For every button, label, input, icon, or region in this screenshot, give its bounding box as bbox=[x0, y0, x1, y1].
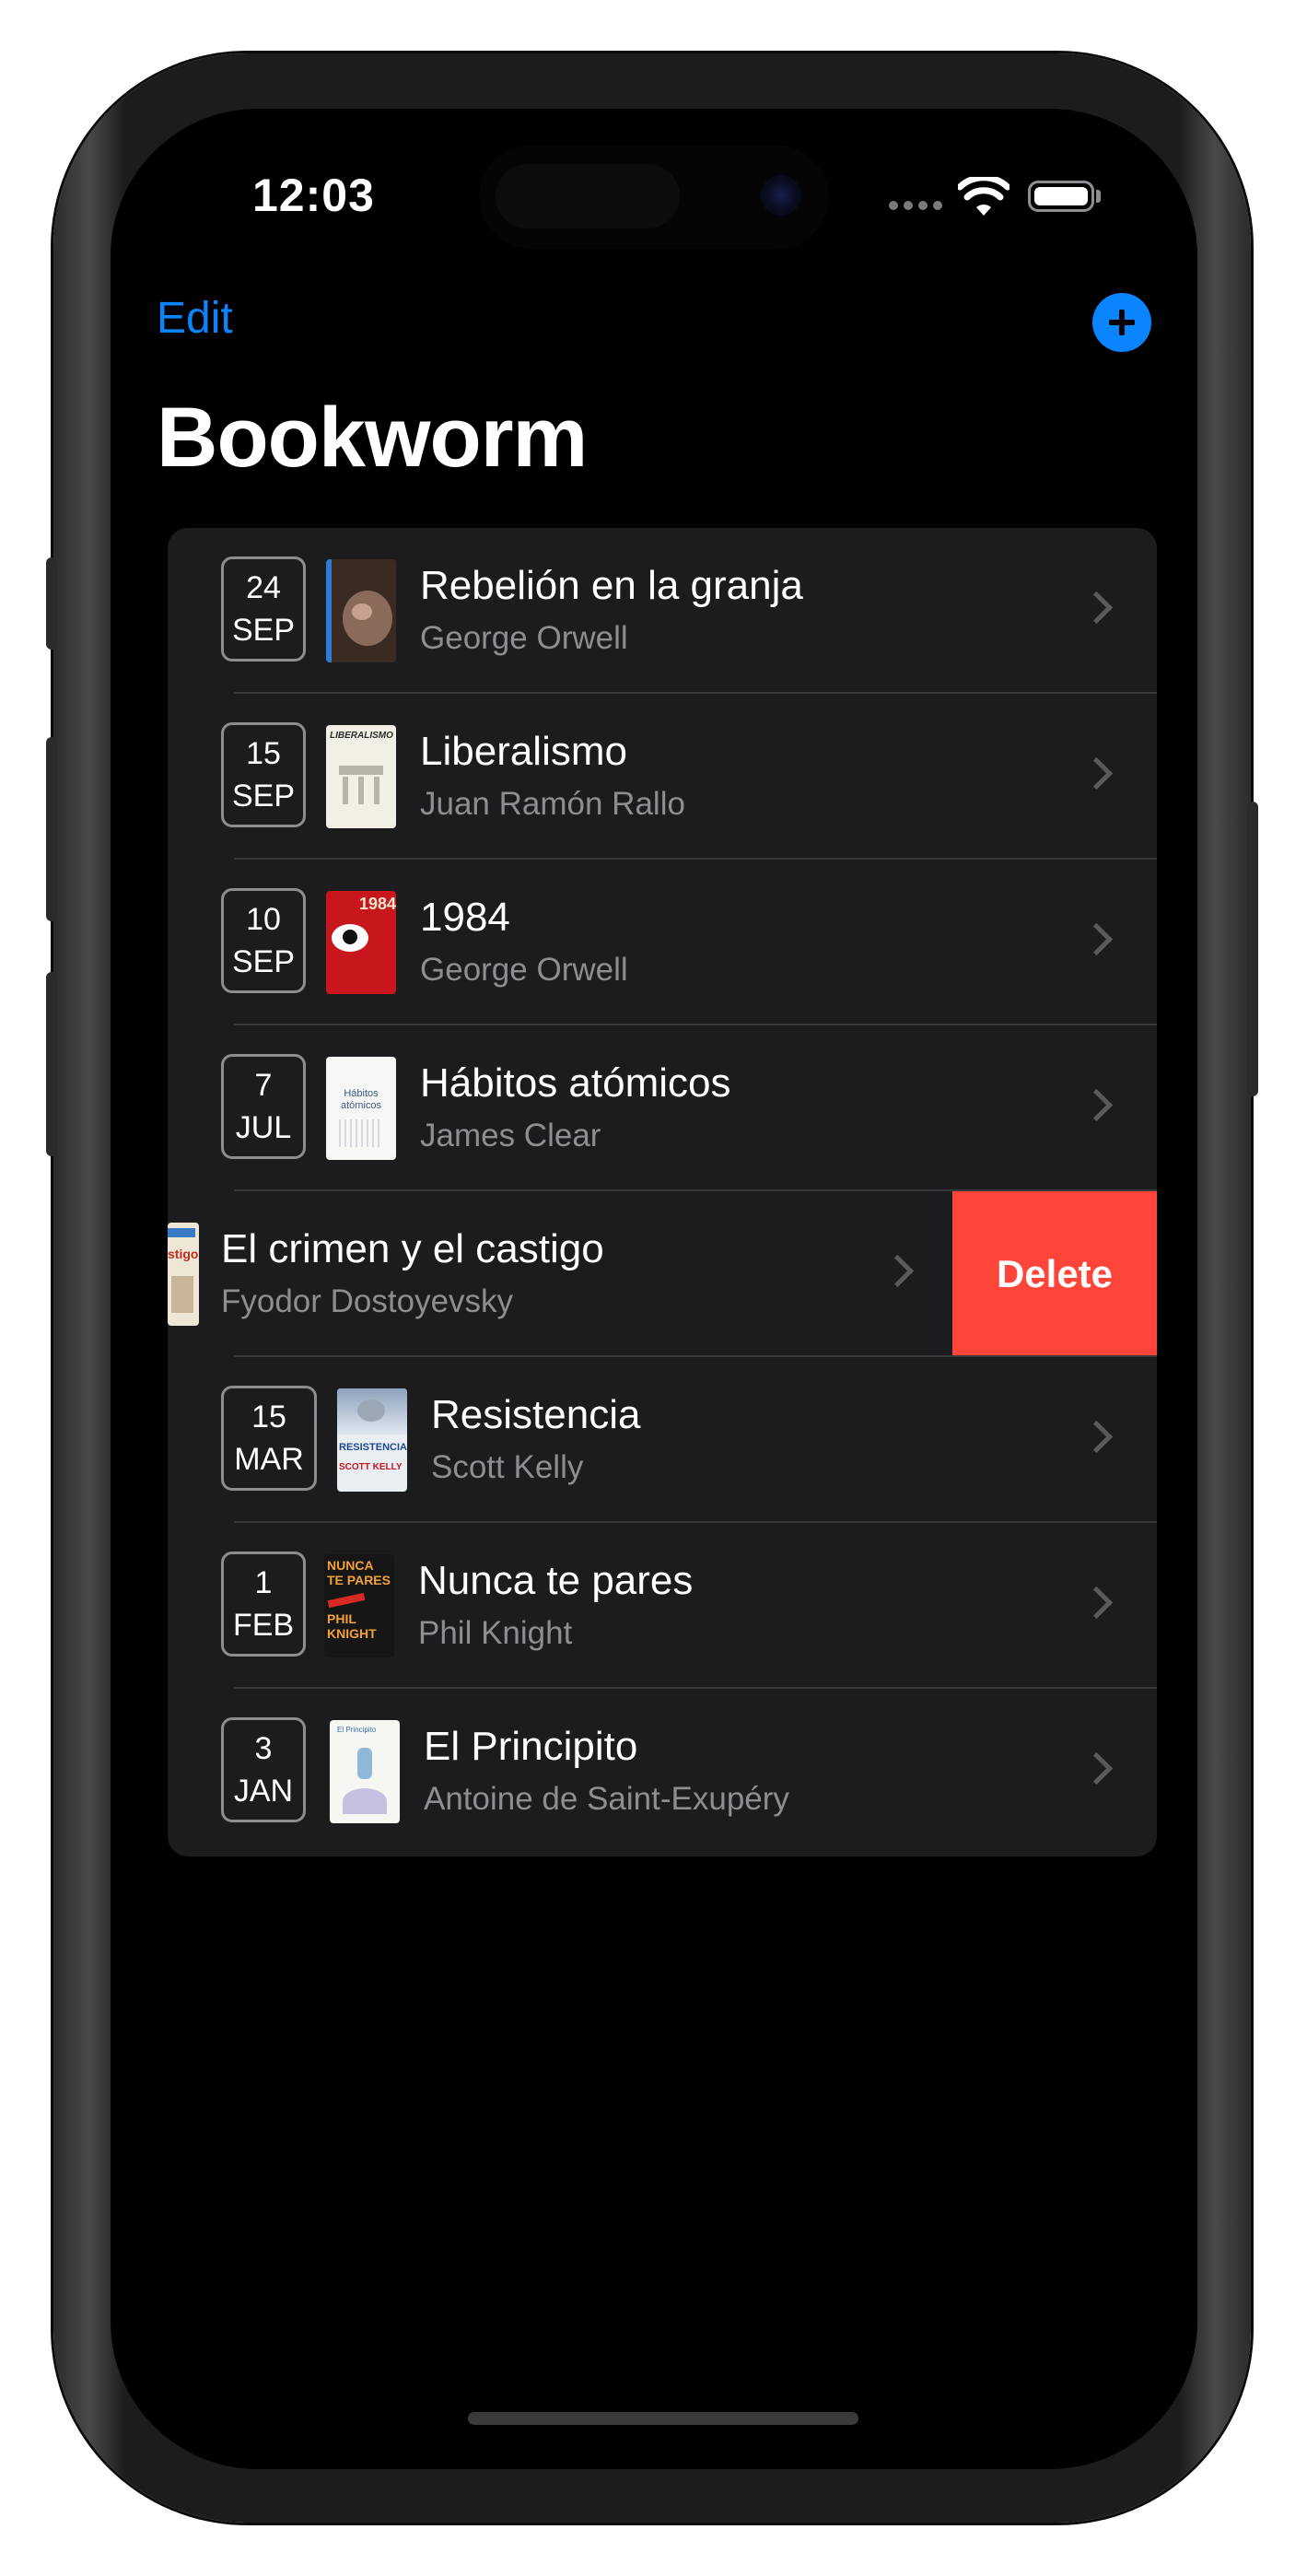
book-author: Juan Ramón Rallo bbox=[420, 786, 685, 822]
screen: 12:03 Edit Bookworm 24 SEP Rebelión en l… bbox=[111, 109, 1197, 2469]
cover-title: RESISTENCIA bbox=[339, 1442, 407, 1453]
chevron-right-icon bbox=[1079, 1088, 1114, 1122]
date-badge: 24 SEP bbox=[221, 556, 306, 662]
book-author: Scott Kelly bbox=[431, 1449, 584, 1485]
cover-title: stigo bbox=[168, 1247, 199, 1261]
chevron-right-icon bbox=[881, 1254, 915, 1288]
book-title: El crimen y el castigo bbox=[221, 1226, 604, 1271]
date-badge: 3 JAN bbox=[221, 1717, 306, 1822]
action-button bbox=[46, 557, 57, 650]
book-title: Rebelión en la granja bbox=[420, 563, 803, 608]
cover-author: PHIL KNIGHT bbox=[327, 1611, 377, 1641]
edit-button[interactable]: Edit bbox=[157, 293, 233, 344]
cover-title: 1984 bbox=[359, 895, 396, 913]
wifi-icon bbox=[958, 177, 1009, 216]
chevron-right-icon bbox=[1079, 591, 1114, 625]
date-badge: 15 MAR bbox=[221, 1386, 317, 1491]
chevron-right-icon bbox=[1079, 922, 1114, 956]
book-title: Hábitos atómicos bbox=[420, 1060, 731, 1106]
date-month: SEP bbox=[231, 944, 296, 979]
chevron-right-icon bbox=[1079, 1751, 1114, 1786]
list-item[interactable]: 15 MAR RESISTENCIA SCOTT KELLY Resistenc… bbox=[168, 1357, 1157, 1523]
book-title: Nunca te pares bbox=[418, 1558, 694, 1603]
book-cover: El Principito bbox=[330, 1720, 400, 1823]
power-button bbox=[1247, 802, 1258, 1096]
cover-title: El Principito bbox=[337, 1726, 377, 1734]
home-indicator bbox=[468, 2412, 858, 2425]
book-author: Phil Knight bbox=[418, 1615, 573, 1651]
front-camera-icon bbox=[761, 175, 801, 216]
date-day: 24 bbox=[246, 570, 281, 605]
page-title: Bookworm bbox=[157, 391, 588, 485]
list-item[interactable]: 3 JAN El Principito El Principito Antoin… bbox=[168, 1689, 1157, 1855]
chevron-right-icon bbox=[1079, 756, 1114, 790]
book-cover: 1984 bbox=[326, 891, 396, 994]
add-book-button[interactable] bbox=[1092, 293, 1151, 352]
book-title: Liberalismo bbox=[420, 729, 627, 774]
cellular-signal-icon bbox=[889, 201, 942, 210]
book-cover bbox=[326, 559, 396, 662]
books-list: 24 SEP Rebelión en la granja George Orwe… bbox=[168, 528, 1157, 1856]
status-time: 12:03 bbox=[252, 170, 375, 221]
date-day: 10 bbox=[246, 902, 281, 937]
list-item[interactable]: 7 JUL Hábitos atómicos Hábitos atómicos … bbox=[168, 1025, 1157, 1191]
book-title: 1984 bbox=[420, 895, 510, 940]
battery-tip bbox=[1096, 190, 1101, 203]
book-author: George Orwell bbox=[420, 620, 628, 656]
date-day: 3 bbox=[254, 1731, 273, 1766]
date-badge: 7 JUL bbox=[221, 1054, 306, 1159]
cover-author: SCOTT KELLY bbox=[339, 1462, 403, 1472]
battery-icon bbox=[1028, 181, 1094, 212]
book-cover: NUNCA TE PARES PHIL KNIGHT bbox=[324, 1554, 394, 1657]
delete-button[interactable]: Delete bbox=[952, 1191, 1157, 1357]
date-day: 15 bbox=[251, 1399, 286, 1434]
list-item-swiped[interactable]: stigo El crimen y el castigo Fyodor Dost… bbox=[168, 1191, 1157, 1357]
book-cover: Hábitos atómicos bbox=[326, 1057, 396, 1160]
chevron-right-icon bbox=[1079, 1586, 1114, 1620]
date-badge: 10 SEP bbox=[221, 888, 306, 993]
cover-title: NUNCA TE PARES bbox=[327, 1558, 391, 1587]
date-badge: 15 SEP bbox=[221, 722, 306, 827]
date-month: SEP bbox=[231, 613, 296, 648]
book-author: George Orwell bbox=[420, 952, 628, 988]
list-item[interactable]: 1 FEB NUNCA TE PARES PHIL KNIGHT Nunca t… bbox=[168, 1523, 1157, 1689]
cover-title: LIBERALISMO bbox=[330, 731, 393, 741]
chevron-right-icon bbox=[1079, 1420, 1114, 1454]
date-badge: 1 FEB bbox=[221, 1551, 306, 1657]
date-month: JUL bbox=[235, 1110, 292, 1145]
date-day: 15 bbox=[246, 736, 281, 771]
list-item[interactable]: 15 SEP LIBERALISMO Liberalismo Juan Ramó… bbox=[168, 694, 1157, 860]
volume-down-button bbox=[46, 972, 57, 1156]
island-sensor bbox=[496, 164, 680, 228]
book-author: Antoine de Saint-Exupéry bbox=[424, 1781, 789, 1817]
book-title: El Principito bbox=[424, 1724, 638, 1769]
date-month: JAN bbox=[233, 1774, 294, 1809]
date-day: 1 bbox=[254, 1565, 273, 1600]
date-month: MAR bbox=[234, 1442, 304, 1477]
list-item[interactable]: 24 SEP Rebelión en la granja George Orwe… bbox=[168, 528, 1157, 694]
date-month: SEP bbox=[231, 779, 296, 814]
book-cover: RESISTENCIA SCOTT KELLY bbox=[337, 1388, 407, 1492]
date-month: FEB bbox=[232, 1608, 295, 1643]
book-author: Fyodor Dostoyevsky bbox=[221, 1283, 514, 1319]
cover-title: Hábitos atómicos bbox=[340, 1088, 382, 1111]
book-cover: stigo bbox=[168, 1223, 199, 1326]
date-day: 7 bbox=[254, 1068, 273, 1103]
list-item[interactable]: 10 SEP 1984 1984 George Orwell bbox=[168, 860, 1157, 1025]
book-cover: LIBERALISMO bbox=[326, 725, 396, 828]
volume-up-button bbox=[46, 737, 57, 921]
book-author: James Clear bbox=[420, 1118, 601, 1153]
book-title: Resistencia bbox=[431, 1392, 641, 1437]
